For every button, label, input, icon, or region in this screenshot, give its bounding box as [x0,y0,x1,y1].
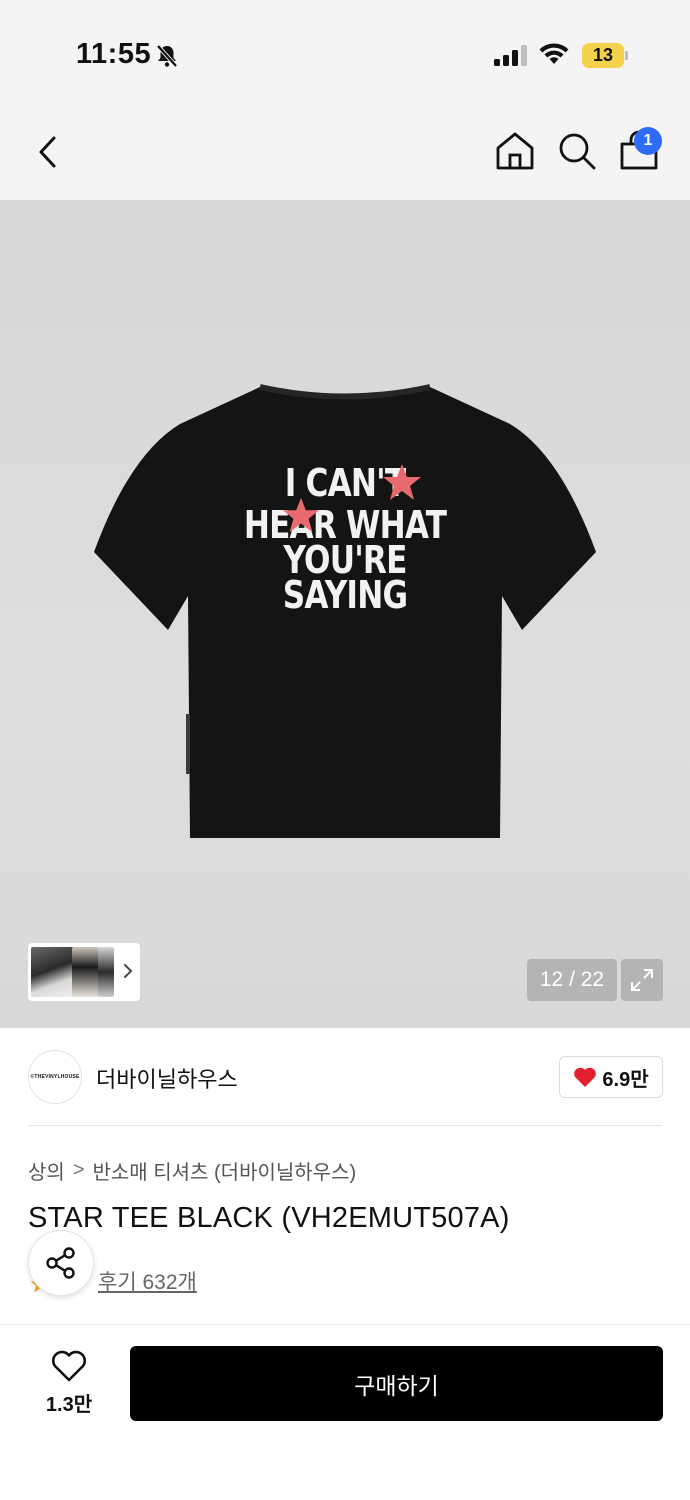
red-star-icon [282,497,320,533]
bell-slash-icon [156,44,178,68]
wifi-icon [539,43,569,64]
thumbnail-strip[interactable] [28,943,140,1001]
image-counter: 12 / 22 [527,959,617,1001]
breadcrumb-separator: > [72,1159,85,1181]
breadcrumb-subcategory[interactable]: 반소매 티셔츠 (더바이닐하우스) [93,1156,357,1185]
back-icon[interactable] [30,132,70,172]
brand-logo[interactable]: ©THEVINYLHOUSE [28,1050,82,1104]
cart-badge: 1 [634,127,662,155]
thumbnail-image[interactable] [98,947,114,997]
product-image-gallery[interactable]: I CAN'T HEAR WHAT YOU'RE SAYING 12 / 22 [0,200,690,1028]
battery-level: 13 [582,43,624,68]
brand-name[interactable]: 더바이닐하우스 [96,1062,238,1094]
wishlist-count: 1.3만 [45,1394,93,1416]
shirt-print-line-4: SAYING [282,573,408,617]
share-icon [46,1247,75,1279]
heart-icon [574,1067,597,1087]
signal-icon [494,45,527,66]
brand-like-button[interactable]: 6.9만 [559,1056,663,1098]
chevron-right-icon[interactable] [122,962,134,980]
shirt-print-line-1: I CAN'T [284,461,406,505]
status-time: 11:55 [76,38,152,70]
divider [28,1125,662,1126]
wishlist-button[interactable]: 1.3만 [30,1346,108,1416]
search-icon[interactable] [556,130,598,172]
share-button[interactable] [28,1230,94,1296]
nav-bar [0,104,690,200]
brand-like-count: 6.9만 [602,1068,649,1091]
breadcrumb-category[interactable]: 상의 [28,1156,65,1185]
buy-button[interactable]: 구매하기 [130,1346,663,1421]
thumbnail-image[interactable] [72,947,100,997]
status-bar: 11:55 13 [0,0,690,104]
thumbnail-image[interactable] [31,947,75,997]
expand-button[interactable] [621,959,663,1001]
battery-tip [625,51,628,60]
heart-outline-icon [52,1350,86,1382]
battery-icon: 13 [582,43,628,68]
product-title: STAR TEE BLACK (VH2EMUT507A) [28,1202,510,1234]
breadcrumb: 상의 > 반소매 티셔츠 (더바이닐하우스) [28,1156,356,1185]
review-count-link[interactable]: 후기 632개 [98,1266,197,1296]
red-star-icon [383,464,421,500]
home-icon[interactable] [494,130,536,172]
expand-icon [631,969,653,991]
